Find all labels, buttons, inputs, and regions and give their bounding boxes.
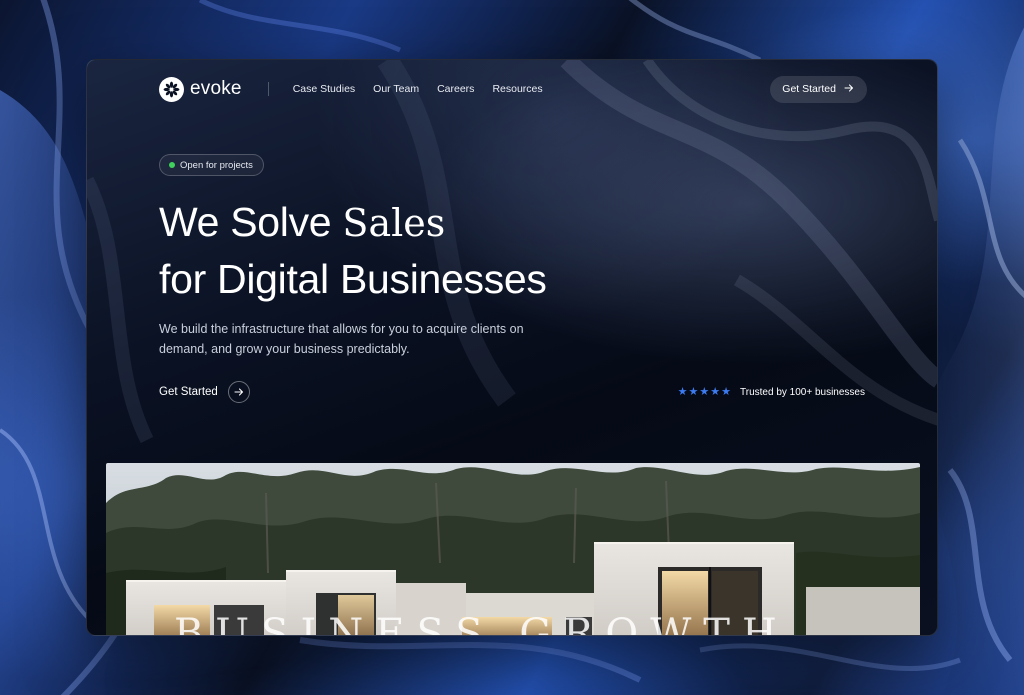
arrow-right-circle-icon — [227, 381, 250, 403]
nav-link-our-team[interactable]: Our Team — [373, 83, 419, 95]
hero-subtext: We build the infrastructure that allows … — [159, 322, 524, 356]
nav-divider — [267, 82, 269, 96]
trust-text: Trusted by 100+ businesses — [740, 387, 865, 398]
availability-badge: Open for projects — [159, 154, 264, 176]
availability-badge-label: Open for projects — [180, 159, 253, 171]
asterisk-flower-icon — [159, 76, 184, 102]
nav-link-careers[interactable]: Careers — [437, 83, 474, 95]
nav-links: Case Studies Our Team Careers Resources — [293, 83, 543, 95]
nav-get-started-button[interactable]: Get Started — [770, 75, 867, 103]
star-icon: ★ — [710, 386, 721, 398]
hero-get-started-link[interactable]: Get Started — [159, 381, 250, 403]
headline-line1-sans: We Solve — [159, 199, 343, 245]
hero-get-started-label: Get Started — [159, 386, 218, 398]
star-icon: ★ — [677, 386, 688, 398]
top-navigation: evoke Case Studies Our Team Careers Reso… — [159, 75, 867, 103]
headline-line2: for Digital Businesses — [159, 256, 547, 302]
arrow-right-icon — [844, 83, 854, 96]
nav-link-case-studies[interactable]: Case Studies — [293, 83, 355, 95]
landing-page-window: evoke Case Studies Our Team Careers Reso… — [86, 59, 938, 636]
star-icon: ★ — [688, 386, 699, 398]
trust-indicator: ★ ★ ★ ★ ★ Trusted by 100+ businesses — [678, 387, 865, 399]
headline-line1-serif: Sales — [342, 201, 446, 245]
brand-logo[interactable]: evoke — [159, 76, 242, 102]
hero-watermark-text: BUSINESS GROWTH — [174, 611, 789, 636]
nav-get-started-label: Get Started — [782, 83, 836, 95]
hero-headline: We Solve Sales for Digital Businesses — [159, 194, 547, 307]
brand-name: evoke — [190, 78, 242, 99]
status-dot-icon — [169, 162, 175, 168]
star-icon: ★ — [699, 386, 710, 398]
nav-link-resources[interactable]: Resources — [492, 83, 542, 95]
hero-house-image: BUSINESS GROWTH — [106, 463, 920, 636]
star-icon: ★ — [721, 386, 732, 398]
rating-stars: ★ ★ ★ ★ ★ — [678, 387, 731, 398]
